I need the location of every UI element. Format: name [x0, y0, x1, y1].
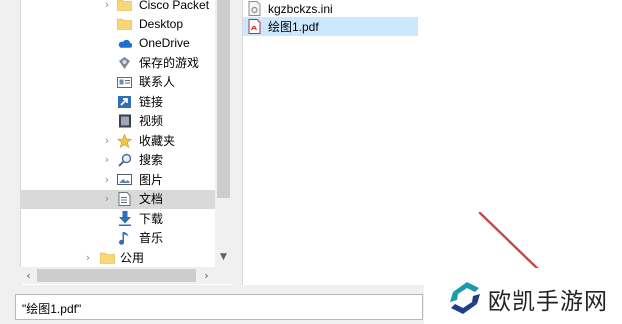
tree-horizontal-scrollbar[interactable]: ‹ › — [20, 267, 215, 284]
tree-item-onedrive[interactable]: OneDrive — [21, 34, 232, 54]
tree-item-desktop[interactable]: Desktop — [21, 14, 232, 34]
tree-item-public[interactable]: › 公用 — [21, 248, 232, 268]
folder-icon — [117, 0, 132, 12]
scroll-right-arrow-icon[interactable]: › — [198, 267, 215, 284]
tree-item-label: 文档 — [139, 192, 164, 207]
contacts-icon — [117, 75, 132, 89]
scrollbar-corner — [215, 267, 232, 284]
search-icon — [117, 153, 132, 167]
tree-item-favorites[interactable]: › 收藏夹 — [21, 131, 232, 151]
links-icon — [117, 95, 132, 109]
tree-item-contacts[interactable]: 联系人 — [21, 73, 232, 93]
navigation-tree[interactable]: › Cisco Packet Desktop OneDrive 保存的游戏 联系… — [20, 0, 232, 285]
chevron-right-icon[interactable]: › — [102, 134, 112, 147]
tree-item-label: 音乐 — [139, 231, 164, 246]
brand-logo-icon — [450, 282, 480, 314]
file-item-kgzbckzs-ini[interactable]: kgzbckzs.ini — [243, 0, 418, 18]
documents-icon — [117, 192, 132, 207]
onedrive-cloud-icon — [117, 36, 132, 50]
folder-icon — [100, 251, 115, 265]
tree-item-label: Cisco Packet — [139, 0, 210, 12]
scroll-down-arrow-icon[interactable]: ▼ — [215, 249, 232, 266]
tree-item-label: 保存的游戏 — [139, 55, 200, 70]
tree-item-music[interactable]: 音乐 — [21, 229, 232, 249]
tree-item-label: 下载 — [139, 211, 164, 226]
file-name-input[interactable]: "绘图1.pdf" — [15, 294, 423, 320]
file-item-pdf[interactable]: 绘图1.pdf — [243, 17, 418, 36]
chevron-right-icon[interactable]: › — [102, 173, 112, 186]
pictures-icon — [117, 173, 132, 187]
tree-item-label: 视频 — [139, 114, 164, 129]
tree-item-videos[interactable]: 视频 — [21, 112, 232, 132]
ini-file-icon — [248, 1, 261, 16]
folder-icon — [117, 17, 132, 31]
file-list[interactable]: kgzbckzs.ini 绘图1.pdf — [242, 0, 622, 285]
chevron-right-icon[interactable]: › — [102, 0, 112, 11]
tree-item-label: 搜索 — [139, 153, 164, 168]
saved-games-icon — [117, 56, 132, 70]
tree-item-search[interactable]: › 搜索 — [21, 151, 232, 171]
tree-item-cisco-packet[interactable]: › Cisco Packet — [21, 0, 232, 15]
scrollbar-thumb[interactable] — [217, 0, 230, 198]
scrollbar-thumb[interactable] — [37, 269, 196, 282]
tree-item-label: 图片 — [139, 172, 164, 187]
tree-item-label: 公用 — [120, 250, 145, 265]
tree-item-pictures[interactable]: › 图片 — [21, 170, 232, 190]
tree-item-links[interactable]: 链接 — [21, 92, 232, 112]
file-name: kgzbckzs.ini — [268, 1, 333, 16]
tree-item-label: OneDrive — [139, 36, 190, 51]
chevron-right-icon[interactable]: › — [83, 251, 93, 264]
scroll-left-arrow-icon[interactable]: ‹ — [20, 267, 37, 284]
music-icon — [117, 231, 132, 245]
pdf-file-icon — [248, 19, 261, 34]
chevron-right-icon[interactable]: › — [102, 193, 112, 205]
tree-item-label: 链接 — [139, 94, 164, 109]
favorites-star-icon — [117, 133, 132, 148]
tree-item-label: 收藏夹 — [139, 133, 176, 148]
tree-item-label: 联系人 — [139, 75, 176, 90]
chevron-right-icon[interactable]: › — [102, 154, 112, 166]
videos-icon — [117, 114, 132, 128]
file-name: 绘图1.pdf — [268, 20, 319, 34]
tree-item-downloads[interactable]: 下载 — [21, 209, 232, 229]
tree-item-label: Desktop — [139, 16, 184, 31]
downloads-icon — [117, 211, 132, 227]
watermark-text: 欧凯手游网 — [488, 289, 608, 315]
tree-item-documents[interactable]: › 文档 — [21, 189, 232, 209]
tree-item-saved-games[interactable]: 保存的游戏 — [21, 53, 232, 73]
tree-vertical-scrollbar[interactable]: ▼ — [215, 0, 232, 267]
watermark: 欧凯手游网 — [424, 268, 622, 324]
